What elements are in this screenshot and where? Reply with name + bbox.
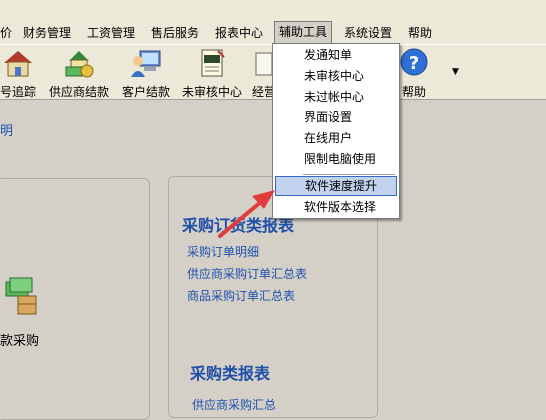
toolbar-operations-button[interactable]: 经营 (252, 47, 274, 100)
purchase-reports-title: 采购类报表 (190, 364, 271, 383)
menu-item-interface-settings[interactable]: 界面设置 (275, 107, 397, 127)
toolbar-overflow-chevron-icon[interactable]: ▼ (452, 67, 459, 77)
notepad-icon (196, 47, 228, 79)
menu-tools[interactable]: 辅助工具 (274, 21, 333, 43)
menu-finance[interactable]: 财务管理 (23, 22, 71, 44)
toolbar-tracking-button[interactable]: 号追踪 (0, 47, 38, 100)
toolbar-label: 客户结款 (121, 85, 170, 99)
menubar: 价 财务管理 工资管理 售后服务 报表中心 辅助工具 系统设置 帮助 (0, 21, 546, 44)
link-supplier-order-summary[interactable]: 供应商采购订单汇总表 (187, 265, 307, 282)
menu-system-settings[interactable]: 系统设置 (344, 22, 392, 44)
toolbar-supplier-settlement-button[interactable]: 供应商结款 (48, 47, 110, 100)
computer-user-icon (130, 47, 162, 79)
menu-item-speed-boost[interactable]: 软件速度提升 (275, 176, 397, 196)
menu-separator (303, 174, 395, 175)
link-purchase-order-detail[interactable]: 采购订单明细 (187, 243, 259, 260)
money-house-icon (63, 47, 95, 79)
tools-dropdown-menu: 发通知单 未审核中心 未过帐中心 界面设置 在线用户 限制电脑使用 软件速度提升… (272, 43, 400, 219)
menu-item-restrict-computer[interactable]: 限制电脑使用 (275, 149, 397, 169)
menu-item-unposted-center[interactable]: 未过帐中心 (275, 87, 397, 107)
menu-price[interactable]: 价 (0, 22, 12, 44)
document-icon (252, 47, 274, 79)
menu-item-online-users[interactable]: 在线用户 (275, 128, 397, 148)
menu-item-send-notice[interactable]: 发通知单 (275, 45, 397, 65)
toolbar-customer-settlement-button[interactable]: 客户结款 (120, 47, 172, 100)
title-strip (0, 0, 546, 22)
toolbar-label: 未审核中心 (181, 85, 242, 99)
menu-item-unreviewed-center[interactable]: 未审核中心 (275, 66, 397, 86)
menu-help[interactable]: 帮助 (408, 22, 432, 44)
svg-text:?: ? (409, 53, 419, 74)
toolbar-label: 经营 (252, 85, 274, 99)
toolbar-help-button[interactable]: ? 帮助 (398, 47, 430, 100)
toolbar-unreviewed-center-button[interactable]: 未审核中心 (180, 47, 244, 100)
purchase-icon[interactable] (4, 276, 38, 321)
menu-after-sales[interactable]: 售后服务 (151, 22, 199, 44)
link-product-order-summary[interactable]: 商品采购订单汇总表 (187, 287, 295, 304)
house-icon (2, 47, 34, 79)
toolbar-label: 帮助 (401, 85, 426, 99)
top-link[interactable]: 明 (0, 120, 13, 139)
toolbar-label: 供应商结款 (48, 85, 109, 99)
menu-item-version-select[interactable]: 软件版本选择 (275, 197, 397, 217)
menu-report-center[interactable]: 报表中心 (215, 22, 263, 44)
left-panel-label[interactable]: 款采购 (0, 330, 39, 349)
toolbar-label: 号追踪 (0, 85, 36, 99)
menu-payroll[interactable]: 工资管理 (87, 22, 135, 44)
link-supplier-purchase-summary[interactable]: 供应商采购汇总 (192, 396, 276, 413)
help-icon: ? (398, 47, 430, 79)
